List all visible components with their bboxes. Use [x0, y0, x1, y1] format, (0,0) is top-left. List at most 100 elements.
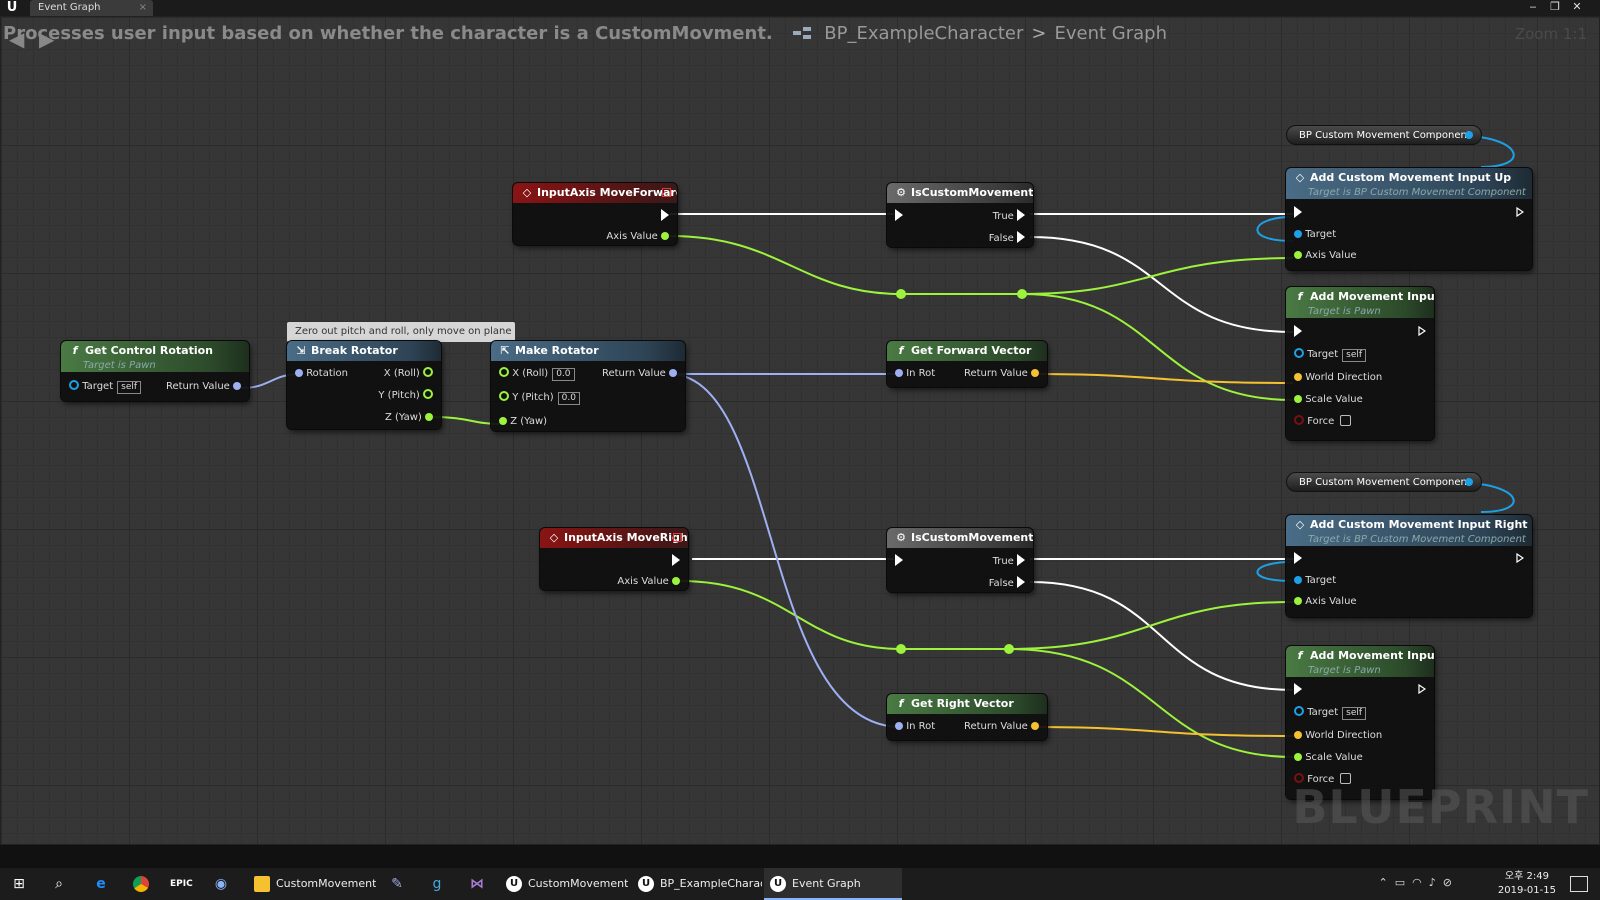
- node-add-custom-movement-input-right[interactable]: ◇ Add Custom Movement Input Right Target i…: [1286, 515, 1532, 617]
- pin-target[interactable]: Target self: [69, 380, 142, 394]
- taskbar-app-unreal-1[interactable]: U CustomMovement...: [500, 868, 628, 900]
- epic-games-icon[interactable]: EPIC: [170, 873, 193, 895]
- node-add-movement-input-2[interactable]: f Add Movement Input Target is Pawn Target…: [1286, 646, 1434, 799]
- windows-taskbar: ⊞ ⌕ e EPIC ◉ CustomMovement... ✎ g ⋈ U Cu…: [0, 868, 1600, 900]
- pin-exec-in[interactable]: [895, 209, 903, 223]
- app-g-icon[interactable]: g: [426, 873, 448, 895]
- target-self-field[interactable]: self: [117, 381, 142, 394]
- pin-exec-in[interactable]: [1294, 552, 1302, 566]
- node-iscustommovement-2[interactable]: ⚙ IsCustomMovement True False: [887, 528, 1033, 592]
- unreal-icon: U: [638, 876, 654, 892]
- blueprint-grid-icon: [792, 27, 811, 39]
- notepad-icon[interactable]: ✎: [386, 873, 408, 895]
- var-bp-custom-movement-component-2[interactable]: BP Custom Movement Component: [1286, 472, 1482, 492]
- pin-exec-out[interactable]: [1418, 683, 1426, 697]
- pin-in-rot[interactable]: In Rot: [895, 720, 935, 734]
- pin-exec-out[interactable]: [1418, 325, 1426, 339]
- node-add-custom-movement-input-up[interactable]: ◇ Add Custom Movement Input Up Target is B…: [1286, 168, 1532, 270]
- pin-y-pitch[interactable]: Y (Pitch) 0.0: [499, 391, 580, 405]
- pin-true[interactable]: True: [993, 209, 1025, 223]
- windows-start-icon[interactable]: ⊞: [8, 873, 30, 895]
- comment-bubble[interactable]: Zero out pitch and roll, only move on pl…: [287, 322, 515, 348]
- pin-in-rot[interactable]: In Rot: [895, 367, 935, 381]
- volume-icon: ♪: [1428, 876, 1436, 889]
- pin-false[interactable]: False: [989, 576, 1025, 590]
- restore-button[interactable]: ❐: [1544, 0, 1566, 14]
- visual-studio-icon[interactable]: ⋈: [466, 873, 488, 895]
- pin-x-roll[interactable]: X (Roll): [384, 367, 433, 381]
- pin-x-roll[interactable]: X (Roll) 0.0: [499, 367, 575, 381]
- tab-close-icon[interactable]: ×: [139, 0, 147, 16]
- clock-time: 오후 2:49: [1504, 871, 1549, 882]
- edge-browser-icon[interactable]: e: [90, 873, 112, 895]
- pin-force[interactable]: Force: [1294, 415, 1352, 429]
- pin-target[interactable]: Target: [1294, 228, 1336, 242]
- chrome-icon[interactable]: [130, 873, 152, 895]
- breadcrumb-graph[interactable]: Event Graph: [1055, 23, 1168, 44]
- target-self-field[interactable]: self: [1342, 349, 1367, 362]
- node-inputaxis-moveforward[interactable]: ◇ InputAxis MoveForward Axis Value: [513, 183, 677, 245]
- node-break-rotator[interactable]: ⇲ Break Rotator Rotation X (Roll) Y (Pitc…: [287, 341, 441, 429]
- node-iscustommovement-1[interactable]: ⚙ IsCustomMovement True False: [887, 183, 1033, 247]
- node-inputaxis-moveright[interactable]: ◇ InputAxis MoveRight Axis Value: [540, 528, 688, 590]
- y-pitch-field[interactable]: 0.0: [557, 392, 580, 405]
- pin-return-value[interactable]: Return Value: [964, 720, 1039, 734]
- breadcrumb-blueprint[interactable]: BP_ExampleCharacter: [824, 23, 1023, 44]
- pin-target[interactable]: Target self: [1294, 706, 1367, 720]
- pin-world-direction[interactable]: World Direction: [1294, 371, 1382, 385]
- steam-icon[interactable]: ◉: [210, 873, 232, 895]
- x-roll-field[interactable]: 0.0: [552, 368, 575, 381]
- close-window-button[interactable]: ✕: [1566, 0, 1588, 14]
- pin-axis-value[interactable]: Axis Value: [606, 230, 669, 244]
- pin-target[interactable]: Target self: [1294, 348, 1367, 362]
- taskbar-clock[interactable]: 오후 2:49 2019-01-15: [1498, 870, 1556, 898]
- node-title: Break Rotator: [311, 344, 398, 357]
- pin-axis-value[interactable]: Axis Value: [1294, 249, 1357, 263]
- tab-event-graph[interactable]: Event Graph ×: [30, 0, 153, 16]
- node-title: Add Movement Input: [1310, 649, 1434, 662]
- node-subtitle: Target is BP Custom Movement Component: [1308, 187, 1526, 198]
- pin-exec-out[interactable]: [1516, 552, 1524, 566]
- pin-return-value[interactable]: Return Value: [166, 380, 241, 394]
- system-tray[interactable]: ⌃ ▭ ◠ ♪ ⊘: [1379, 876, 1452, 889]
- pin-axis-value[interactable]: Axis Value: [1294, 595, 1357, 609]
- var-bp-custom-movement-component-1[interactable]: BP Custom Movement Component: [1286, 125, 1482, 145]
- search-icon[interactable]: ⌕: [48, 873, 70, 895]
- pin-z-yaw[interactable]: Z (Yaw): [385, 411, 433, 425]
- node-get-right-vector[interactable]: f Get Right Vector In Rot Return Value: [887, 694, 1047, 740]
- node-make-rotator[interactable]: ⇱ Make Rotator X (Roll) 0.0 Y (Pitch) 0.0 Z…: [491, 341, 685, 431]
- pin-exec-out[interactable]: [661, 209, 669, 223]
- pin-axis-value[interactable]: Axis Value: [617, 575, 680, 589]
- pin-exec-out[interactable]: [672, 554, 680, 568]
- target-self-field[interactable]: self: [1342, 707, 1367, 720]
- notification-icon[interactable]: [1570, 876, 1588, 892]
- pin-true[interactable]: True: [993, 554, 1025, 568]
- blueprint-graph-canvas[interactable]: ◀ ▶ Processes user input based on whethe…: [0, 16, 1600, 845]
- pin-return-value[interactable]: Return Value: [602, 367, 677, 381]
- pin-exec-in[interactable]: [1294, 683, 1302, 697]
- pin-z-yaw[interactable]: Z (Yaw): [499, 415, 547, 429]
- pin-scale-value[interactable]: Scale Value: [1294, 751, 1363, 765]
- minimize-button[interactable]: ‒: [1522, 0, 1544, 14]
- pin-scale-value[interactable]: Scale Value: [1294, 393, 1363, 407]
- battery-icon: ▭: [1394, 876, 1406, 889]
- pin-return-value[interactable]: Return Value: [964, 367, 1039, 381]
- pin-exec-in[interactable]: [1294, 206, 1302, 220]
- pin-exec-out[interactable]: [1516, 206, 1524, 220]
- taskbar-app-explorer[interactable]: CustomMovement...: [248, 868, 376, 900]
- pin-exec-in[interactable]: [895, 554, 903, 568]
- node-get-control-rotation[interactable]: f Get Control Rotation Target is Pawn Targ…: [61, 341, 249, 401]
- node-get-forward-vector[interactable]: f Get Forward Vector In Rot Return Value: [887, 341, 1047, 387]
- pin-exec-in[interactable]: [1294, 325, 1302, 339]
- event-marker-icon: [673, 533, 682, 542]
- pin-target[interactable]: Target: [1294, 574, 1336, 588]
- node-add-movement-input-1[interactable]: f Add Movement Input Target is Pawn Target…: [1286, 287, 1434, 440]
- pin-world-direction[interactable]: World Direction: [1294, 729, 1382, 743]
- pin-false[interactable]: False: [989, 231, 1025, 245]
- event-diamond-icon: ◇: [549, 531, 559, 544]
- force-checkbox[interactable]: [1340, 415, 1352, 426]
- pin-rotation[interactable]: Rotation: [295, 367, 348, 381]
- taskbar-app-event-graph[interactable]: U Event Graph: [764, 868, 902, 900]
- pin-y-pitch[interactable]: Y (Pitch): [378, 389, 433, 403]
- taskbar-app-unreal-2[interactable]: UBP_ExampleCharac...: [632, 868, 762, 900]
